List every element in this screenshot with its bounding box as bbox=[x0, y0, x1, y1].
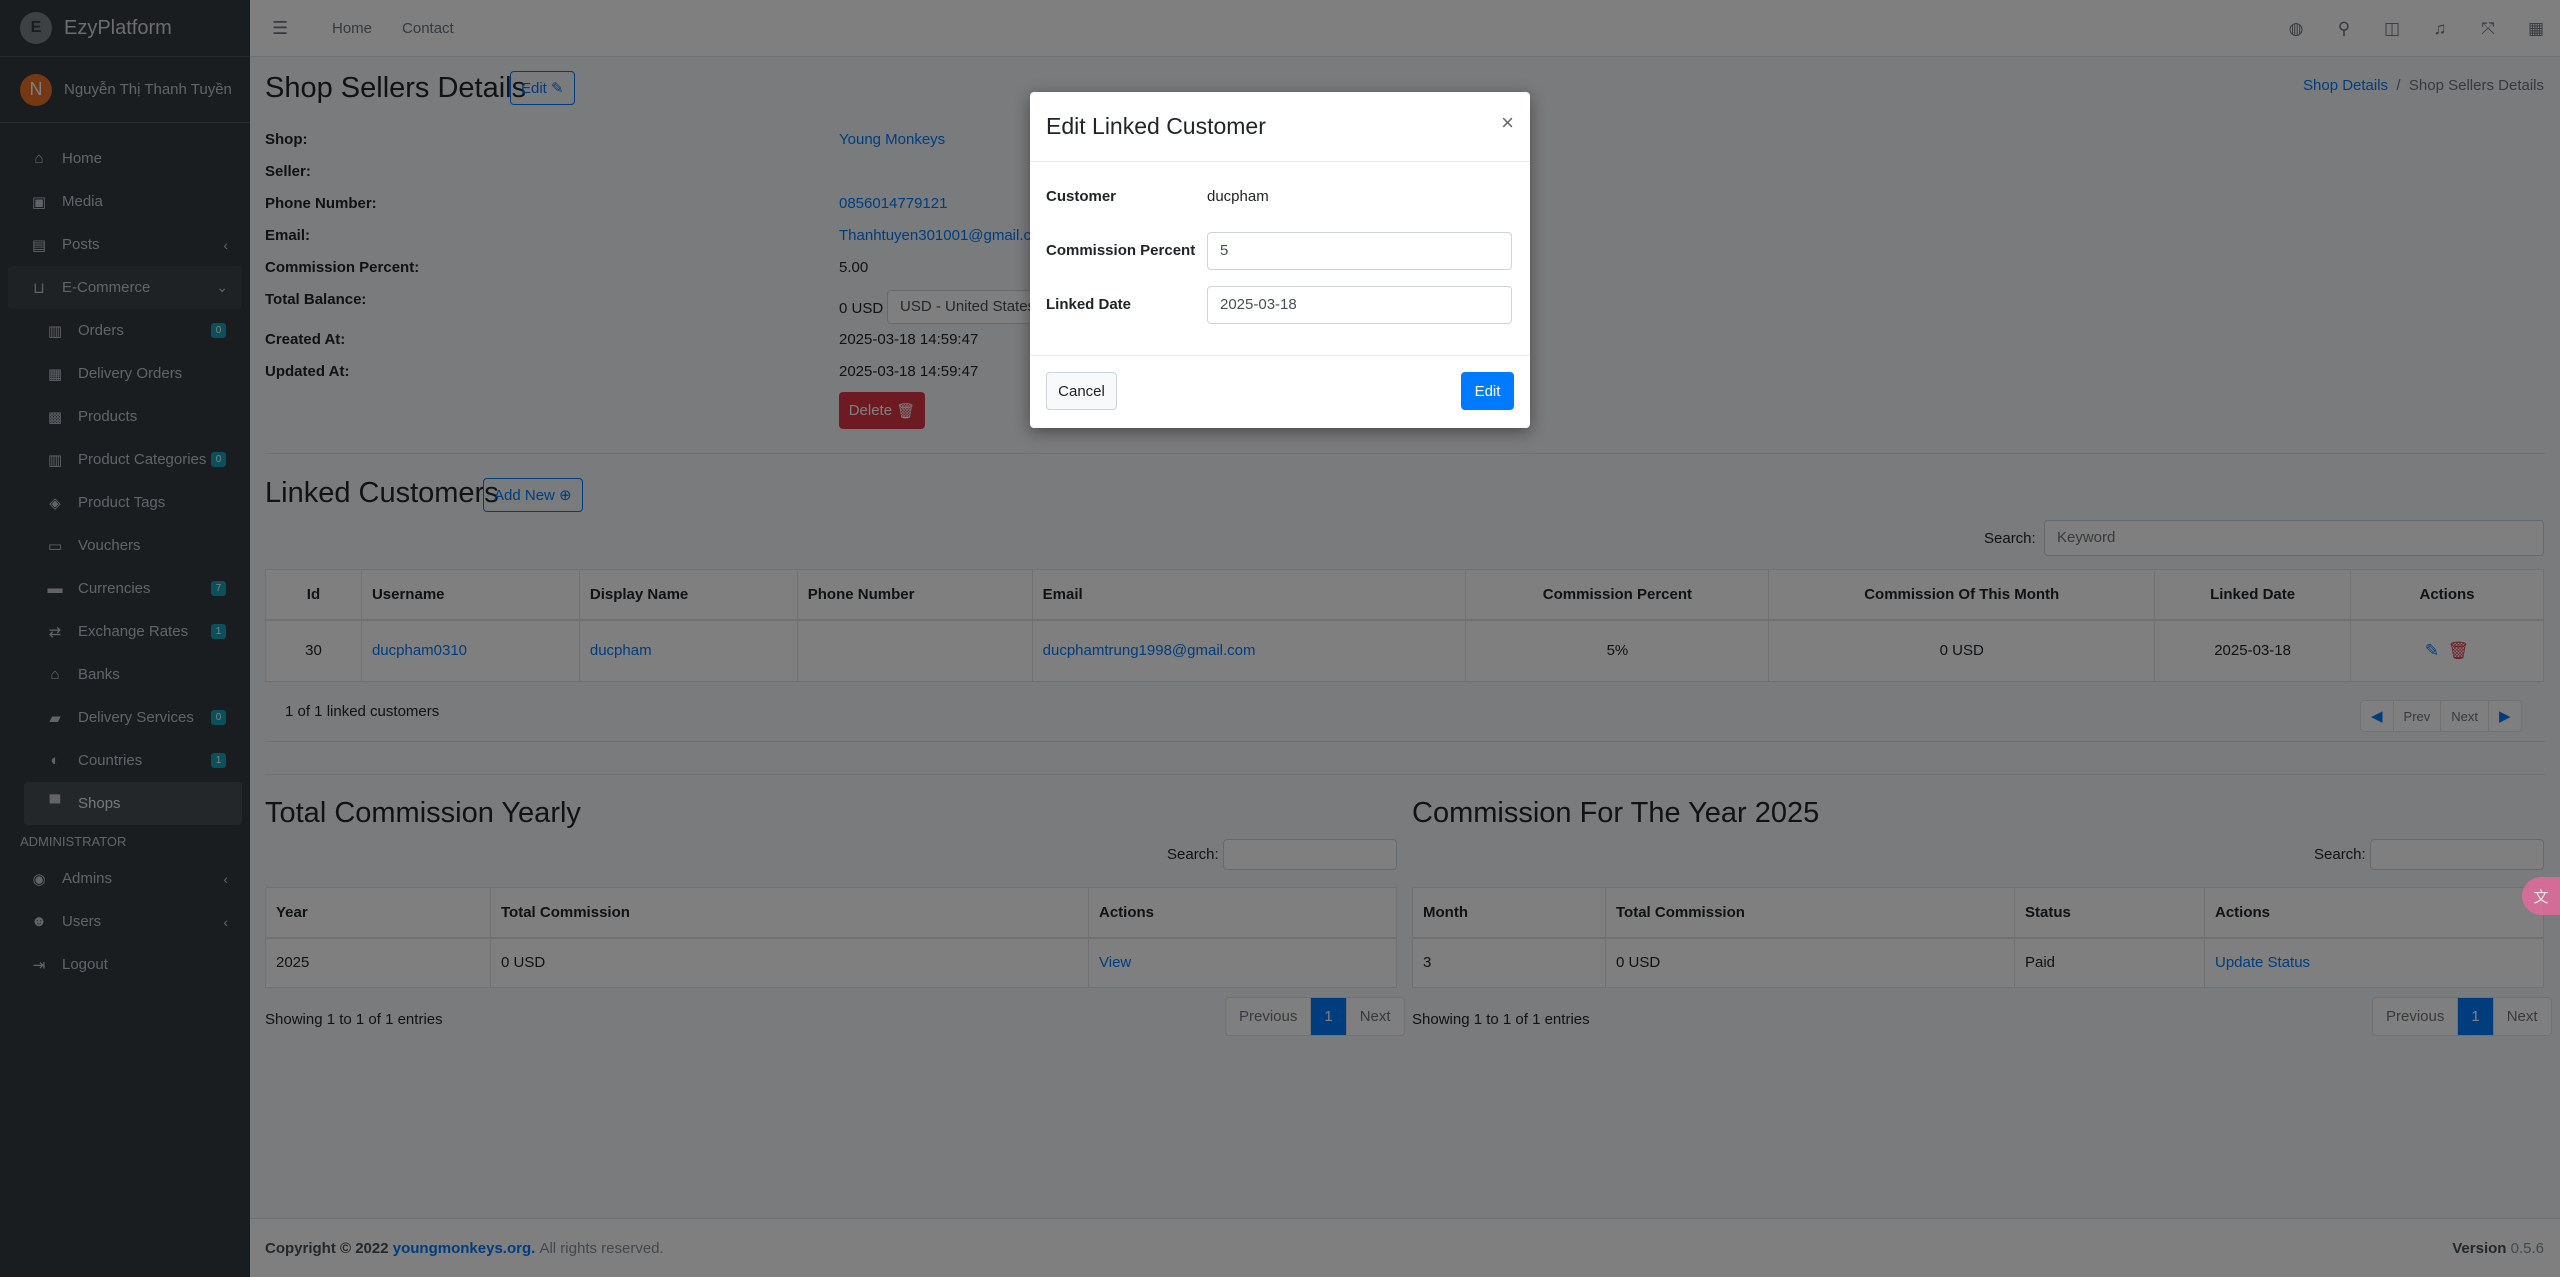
commission-percent-input[interactable]: 5 bbox=[1207, 232, 1512, 270]
close-icon[interactable]: × bbox=[1501, 110, 1514, 136]
commission-percent-label: Commission Percent bbox=[1046, 242, 1196, 259]
edit-linked-customer-modal: Edit Linked Customer × Customer ducpham … bbox=[1030, 92, 1530, 428]
translate-icon[interactable]: 文 bbox=[2522, 877, 2560, 915]
modal-header: Edit Linked Customer bbox=[1030, 92, 1530, 162]
customer-value: ducpham bbox=[1207, 188, 1269, 205]
customer-label: Customer bbox=[1046, 188, 1117, 205]
modal-footer: Cancel Edit bbox=[1030, 355, 1530, 428]
linked-date-label: Linked Date bbox=[1046, 296, 1132, 313]
edit-submit-button[interactable]: Edit bbox=[1461, 372, 1514, 410]
cancel-button[interactable]: Cancel bbox=[1046, 372, 1117, 410]
linked-date-input[interactable]: 2025-03-18 bbox=[1207, 286, 1512, 324]
modal-title: Edit Linked Customer bbox=[1046, 113, 1266, 139]
